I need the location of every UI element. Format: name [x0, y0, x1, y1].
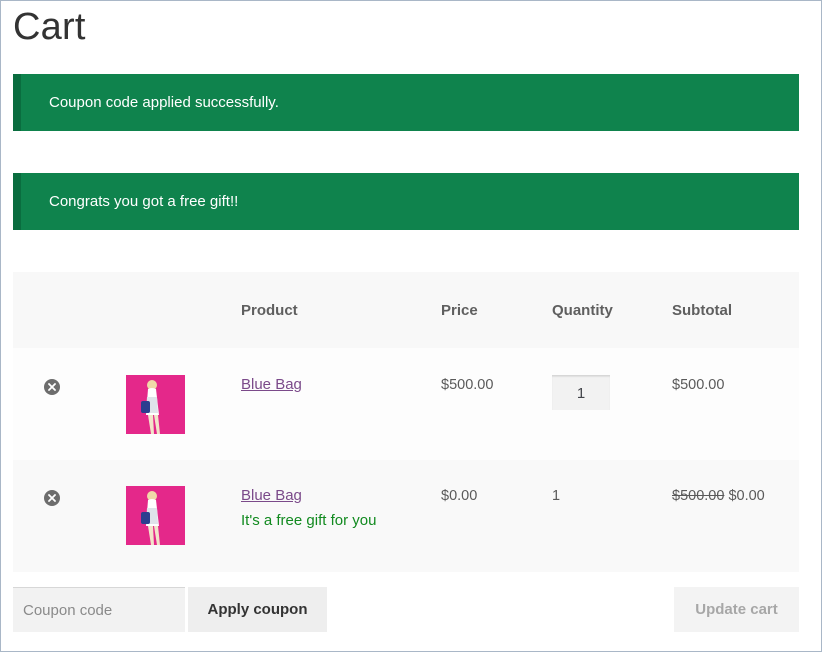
- quantity-input[interactable]: [552, 375, 610, 410]
- notice-text: Congrats you got a free gift!!: [49, 193, 239, 210]
- quantity-cell: 1: [552, 488, 561, 504]
- subtotal-discounted: $0.00: [728, 488, 765, 504]
- update-cart-button[interactable]: Update cart: [674, 587, 799, 632]
- price-cell: $500.00: [441, 377, 494, 393]
- table-row: Blue Bag It's a free gift for you $0.00 …: [13, 460, 799, 572]
- header-quantity: Quantity: [552, 302, 613, 319]
- header-product: Product: [241, 302, 298, 319]
- notice-text: Coupon code applied successfully.: [49, 94, 279, 111]
- free-gift-note: It's a free gift for you: [241, 512, 377, 529]
- subtotal-cell: $500.00: [672, 377, 725, 393]
- price-cell: $0.00: [441, 488, 478, 504]
- subtotal-original: $500.00: [672, 488, 725, 504]
- subtotal-cell: $500.00 $0.00: [672, 488, 765, 504]
- product-thumbnail[interactable]: [126, 375, 185, 434]
- coupon-code-input[interactable]: [13, 587, 185, 632]
- header-price: Price: [441, 302, 478, 319]
- apply-coupon-button[interactable]: Apply coupon: [188, 587, 327, 632]
- table-row: Blue Bag $500.00 $500.00: [13, 348, 799, 460]
- cart-table: Product Price Quantity Subtotal Blue Bag…: [13, 272, 799, 572]
- header-subtotal: Subtotal: [672, 302, 732, 319]
- table-header: Product Price Quantity Subtotal: [13, 272, 799, 348]
- product-link[interactable]: Blue Bag: [241, 376, 302, 393]
- remove-item-icon[interactable]: [44, 490, 60, 506]
- page-title: Cart: [13, 6, 86, 48]
- product-thumbnail[interactable]: [126, 486, 185, 545]
- remove-item-icon[interactable]: [44, 379, 60, 395]
- notice-coupon-applied: Coupon code applied successfully.: [13, 74, 799, 131]
- notice-free-gift: Congrats you got a free gift!!: [13, 173, 799, 230]
- product-link[interactable]: Blue Bag: [241, 487, 302, 504]
